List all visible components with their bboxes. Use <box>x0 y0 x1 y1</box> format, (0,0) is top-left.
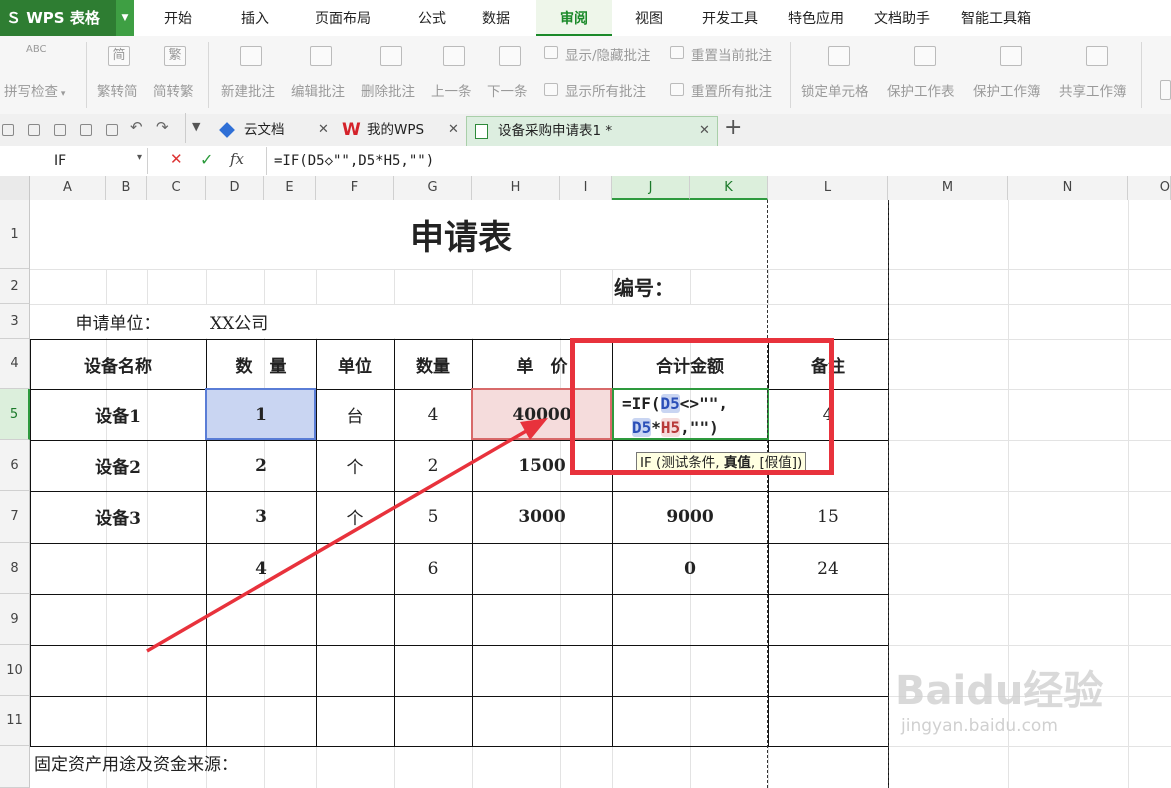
arrow-shaft <box>146 428 529 653</box>
watermark-text: Baidu经验 <box>895 668 1104 714</box>
arrow-head <box>520 418 548 440</box>
watermark-url: jingyan.baidu.com <box>901 716 1058 736</box>
baidu-watermark: Baidu经验 jingyan.baidu.com <box>895 658 1165 778</box>
